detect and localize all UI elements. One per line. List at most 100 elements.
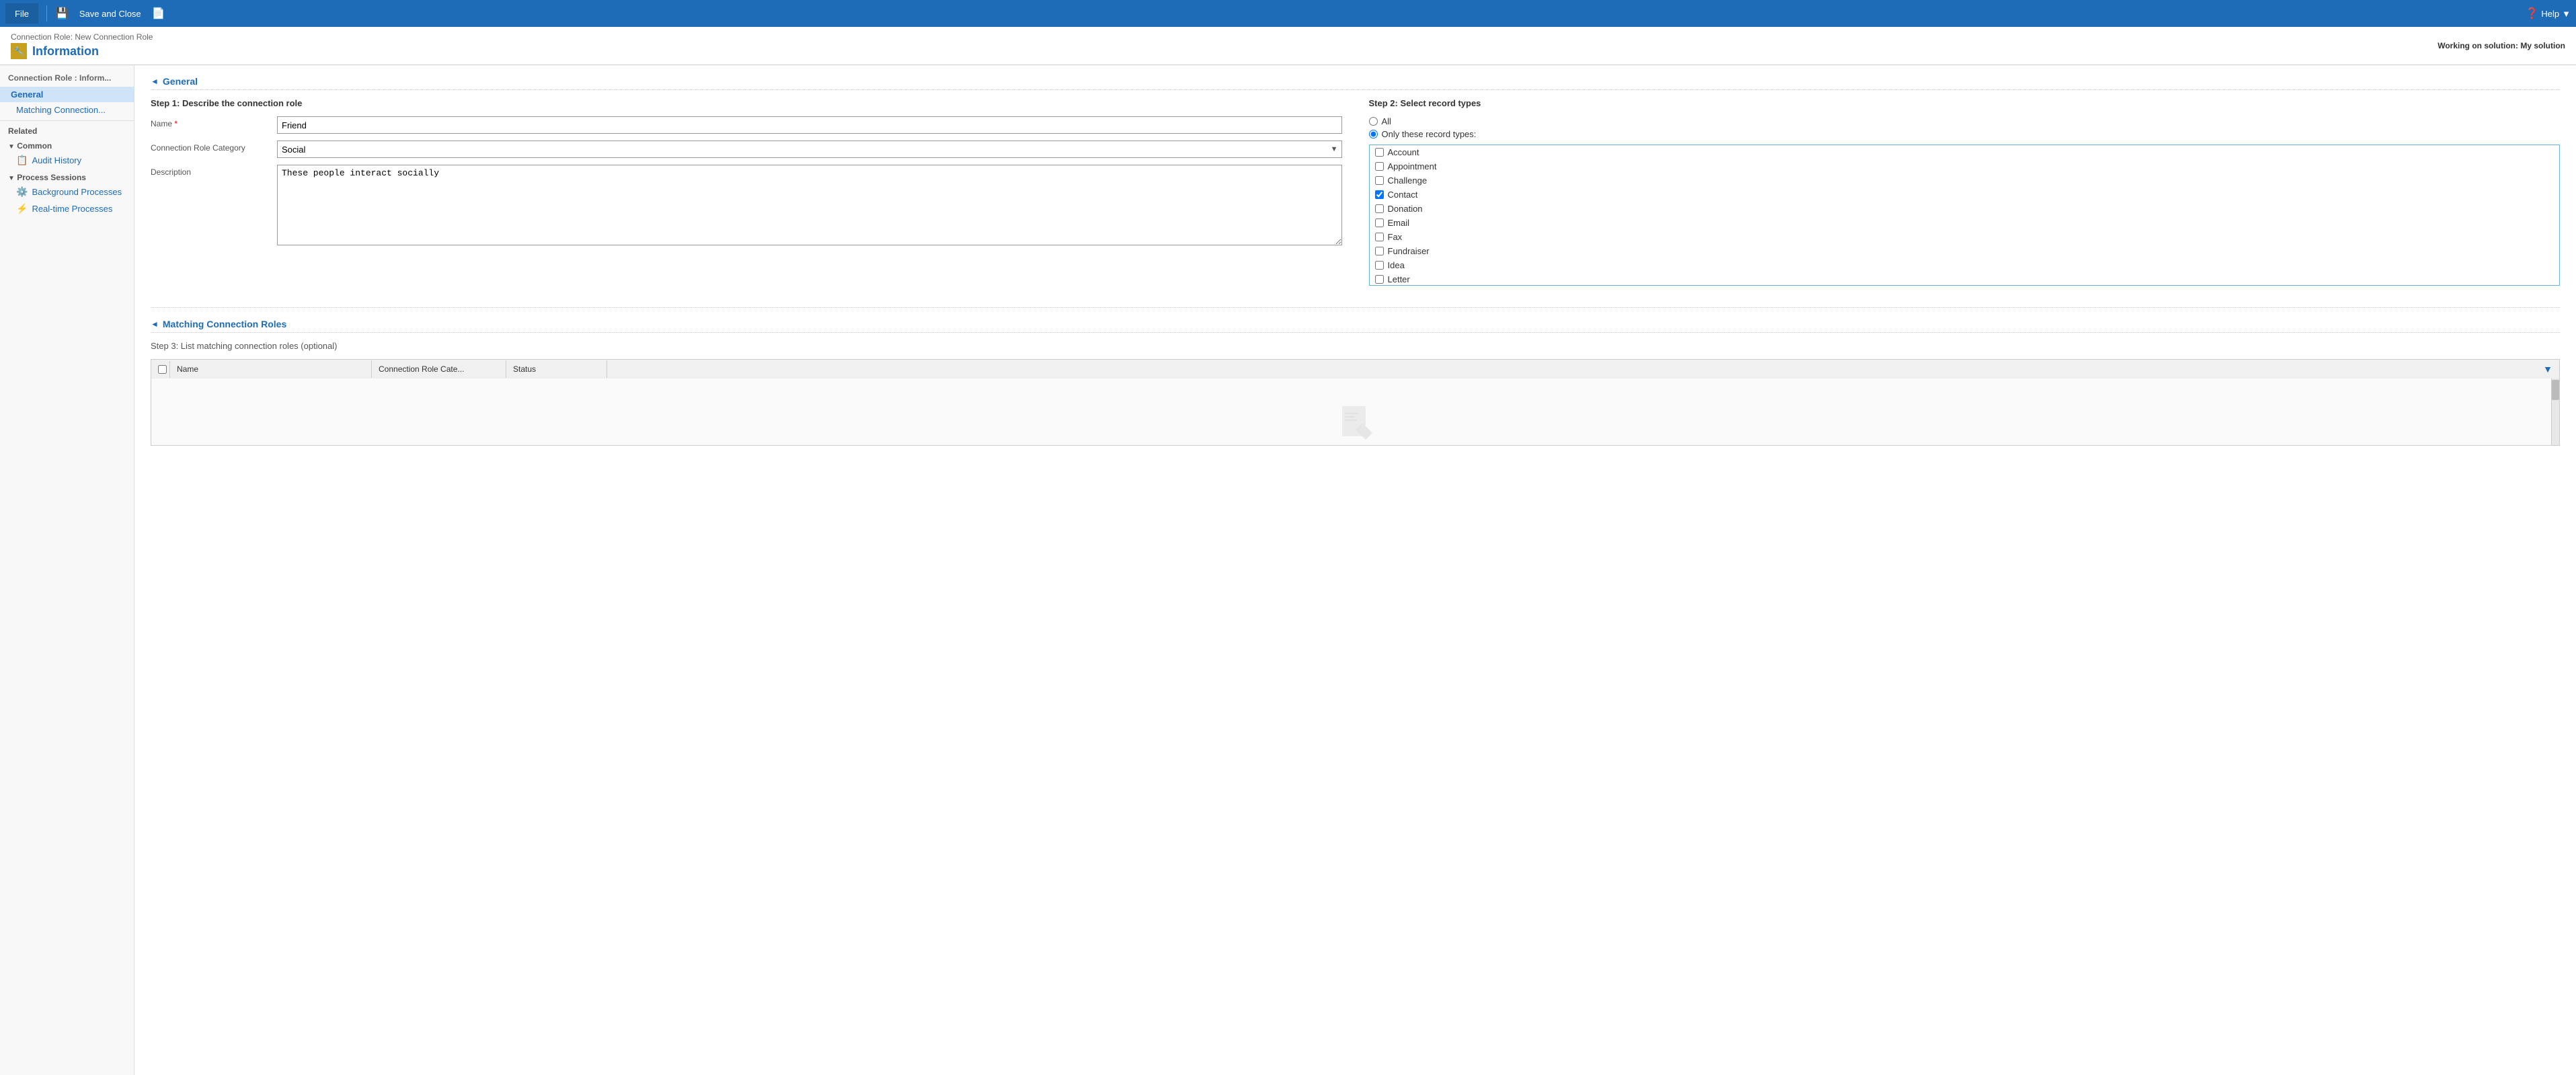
page-title-icon: 🔧 xyxy=(11,43,27,59)
sidebar: Connection Role : Inform... General Matc… xyxy=(0,65,134,1075)
table-col-name-label: Name xyxy=(177,364,198,374)
step3-title: Step 3: List matching connection roles (… xyxy=(151,341,2560,351)
sidebar-item-background-processes[interactable]: ⚙️ Background Processes xyxy=(0,184,134,200)
matching-section-label: Matching Connection Roles xyxy=(163,319,286,329)
record-type-letter-checkbox[interactable] xyxy=(1375,275,1384,284)
only-these-radio-input[interactable] xyxy=(1369,130,1378,138)
record-type-fundraiser-checkbox[interactable] xyxy=(1375,247,1384,255)
save-icon: 💾 xyxy=(55,7,69,20)
table-body xyxy=(151,379,2560,446)
record-type-fundraiser: Fundraiser xyxy=(1370,244,2560,258)
table-header-status[interactable]: Status xyxy=(506,360,607,378)
record-type-appointment: Appointment xyxy=(1370,159,2560,173)
record-type-fax: Fax xyxy=(1370,230,2560,244)
sidebar-item-matching[interactable]: Matching Connection... xyxy=(0,102,134,118)
description-textarea[interactable]: These people interact socially xyxy=(277,165,1342,245)
description-field-row: Description These people interact social… xyxy=(151,165,1342,245)
help-arrow-icon: ▼ xyxy=(2562,9,2571,19)
process-sessions-label: ▼ Process Sessions xyxy=(0,169,134,184)
toolbar-separator xyxy=(46,5,47,22)
record-type-letter: Letter xyxy=(1370,272,2560,286)
general-section: Step 1: Describe the connection role Nam… xyxy=(151,98,2560,286)
record-type-idea-label: Idea xyxy=(1388,260,1405,270)
background-processes-label: Background Processes xyxy=(32,187,122,197)
record-type-fundraiser-label: Fundraiser xyxy=(1388,246,1430,256)
breadcrumb: Connection Role: New Connection Role xyxy=(11,32,153,42)
step1-title: Step 1: Describe the connection role xyxy=(151,98,1342,108)
name-required-star: * xyxy=(174,119,178,128)
table-header-filter[interactable]: ▼ xyxy=(607,360,2559,379)
record-type-challenge-checkbox[interactable] xyxy=(1375,176,1384,185)
category-label: Connection Role Category xyxy=(151,141,272,153)
matching-section-header: ◄ Matching Connection Roles xyxy=(151,319,2560,333)
sidebar-item-realtime-processes[interactable]: ⚡ Real-time Processes xyxy=(0,200,134,217)
table-header-check xyxy=(151,361,170,378)
record-type-idea-checkbox[interactable] xyxy=(1375,261,1384,270)
table-header-category[interactable]: Connection Role Cate... xyxy=(372,360,506,378)
category-select[interactable]: Social Business Family Sales Team Servic… xyxy=(277,141,1342,158)
main-layout: Connection Role : Inform... General Matc… xyxy=(0,65,2576,1075)
toolbar: File 💾 Save and Close 📄 ❓ Help ▼ xyxy=(0,0,2576,27)
record-type-letter-label: Letter xyxy=(1388,274,1410,284)
record-type-account-checkbox[interactable] xyxy=(1375,148,1384,157)
record-type-donation-label: Donation xyxy=(1388,204,1423,214)
extra-icon: 📄 xyxy=(152,7,165,20)
page-title-text: Information xyxy=(32,44,99,58)
common-label: Common xyxy=(17,141,52,151)
process-sessions-text: Process Sessions xyxy=(17,173,86,182)
record-type-fax-checkbox[interactable] xyxy=(1375,233,1384,241)
record-type-radio-group: All Only these record types: xyxy=(1369,116,2561,139)
realtime-processes-label: Real-time Processes xyxy=(32,204,112,214)
record-type-appointment-label: Appointment xyxy=(1388,161,1437,171)
page-header: Connection Role: New Connection Role 🔧 I… xyxy=(0,27,2576,65)
general-chevron-icon: ◄ xyxy=(151,77,159,86)
save-close-button[interactable]: Save and Close xyxy=(74,6,147,22)
table-col-category-label: Connection Role Cate... xyxy=(379,364,464,374)
name-label-text: Name xyxy=(151,119,172,128)
table-scrollbar-thumb[interactable] xyxy=(2552,380,2559,400)
record-types-box: Account Appointment Challenge Contact xyxy=(1369,145,2561,286)
help-label: Help xyxy=(2541,9,2559,19)
record-type-account-label: Account xyxy=(1388,147,1419,157)
related-section-label: Related xyxy=(0,120,134,137)
description-label: Description xyxy=(151,165,272,177)
all-radio-option: All xyxy=(1369,116,2561,126)
working-on-solution: Working on solution: My solution xyxy=(2437,41,2565,50)
step2-panel: Step 2: Select record types All Only the… xyxy=(1369,98,2561,286)
record-type-idea: Idea xyxy=(1370,258,2560,272)
audit-history-label: Audit History xyxy=(32,155,81,165)
help-link[interactable]: Help ▼ xyxy=(2541,9,2571,19)
name-field-row: Name * xyxy=(151,116,1342,134)
record-type-email-checkbox[interactable] xyxy=(1375,218,1384,227)
record-type-challenge: Challenge xyxy=(1370,173,2560,188)
only-these-radio-option: Only these record types: xyxy=(1369,129,2561,139)
step2-title: Step 2: Select record types xyxy=(1369,98,2561,108)
record-type-fax-label: Fax xyxy=(1388,232,1403,242)
page-title: 🔧 Information xyxy=(11,43,153,59)
page-header-left: Connection Role: New Connection Role 🔧 I… xyxy=(11,32,153,59)
table-header-name[interactable]: Name xyxy=(170,360,372,378)
category-select-wrapper: Social Business Family Sales Team Servic… xyxy=(277,141,1342,158)
table-scrollbar[interactable] xyxy=(2551,379,2559,445)
record-type-appointment-checkbox[interactable] xyxy=(1375,162,1384,171)
record-type-contact-checkbox[interactable] xyxy=(1375,190,1384,199)
record-type-donation-checkbox[interactable] xyxy=(1375,204,1384,213)
sidebar-item-audit-history[interactable]: 📋 Audit History xyxy=(0,152,134,169)
file-button[interactable]: File xyxy=(5,3,38,24)
filter-icon[interactable]: ▼ xyxy=(2543,364,2552,374)
sidebar-item-general[interactable]: General xyxy=(0,87,134,102)
audit-icon: 📋 xyxy=(16,155,28,166)
all-radio-label: All xyxy=(1382,116,1391,126)
general-section-label: General xyxy=(163,76,198,87)
record-type-donation: Donation xyxy=(1370,202,2560,216)
sidebar-general-label: General xyxy=(11,89,43,99)
matching-section: ◄ Matching Connection Roles Step 3: List… xyxy=(151,307,2560,446)
table-header-row: Name Connection Role Cate... Status ▼ xyxy=(151,359,2560,379)
help-icon: ❓ xyxy=(2525,7,2538,20)
table-header-checkbox[interactable] xyxy=(158,365,167,374)
matching-chevron-icon: ◄ xyxy=(151,319,159,329)
step1-panel: Step 1: Describe the connection role Nam… xyxy=(151,98,1342,286)
all-radio-input[interactable] xyxy=(1369,117,1378,126)
name-input[interactable] xyxy=(277,116,1342,134)
record-type-challenge-label: Challenge xyxy=(1388,175,1428,186)
